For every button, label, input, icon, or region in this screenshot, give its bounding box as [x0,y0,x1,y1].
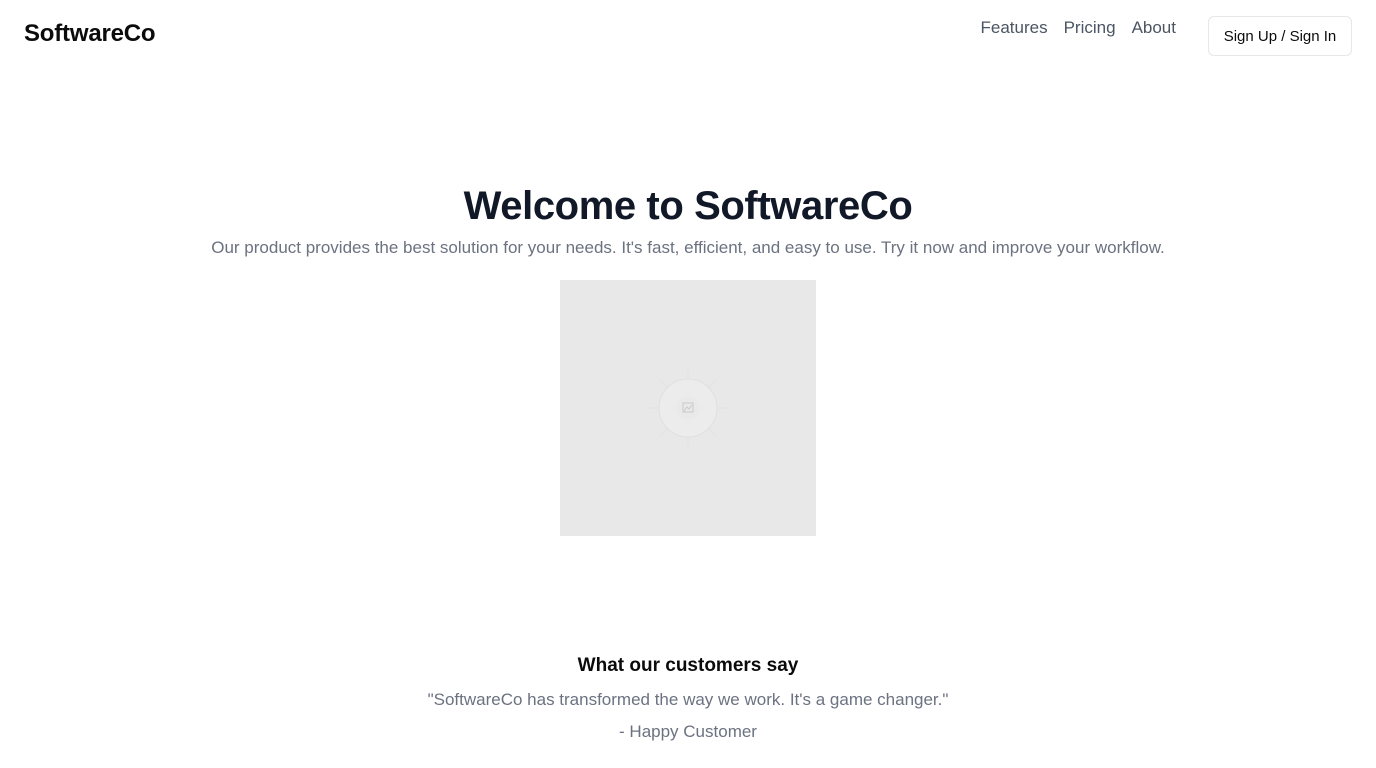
testimonial-quote: "SoftwareCo has transformed the way we w… [427,690,949,709]
nav-link-pricing[interactable]: Pricing [1064,18,1116,38]
hero-image-placeholder [560,280,816,536]
hero-title: Welcome to SoftwareCo [463,184,913,228]
sign-up-sign-in-button[interactable]: Sign Up / Sign In [1208,16,1352,56]
nav-link-about[interactable]: About [1132,18,1176,38]
main-nav: Features Pricing About [981,18,1177,38]
testimonials-heading: What our customers say [577,655,799,676]
testimonial-author: - Happy Customer [619,722,757,741]
brand-logo[interactable]: SoftwareCo [24,20,156,48]
nav-link-features[interactable]: Features [981,18,1048,38]
hero-subtitle: Our product provides the best solution f… [211,238,1165,257]
site-header: SoftwareCo Features Pricing About Sign U… [0,0,1376,72]
image-placeholder-icon [648,368,728,448]
landing-page: SoftwareCo Features Pricing About Sign U… [0,0,1376,768]
